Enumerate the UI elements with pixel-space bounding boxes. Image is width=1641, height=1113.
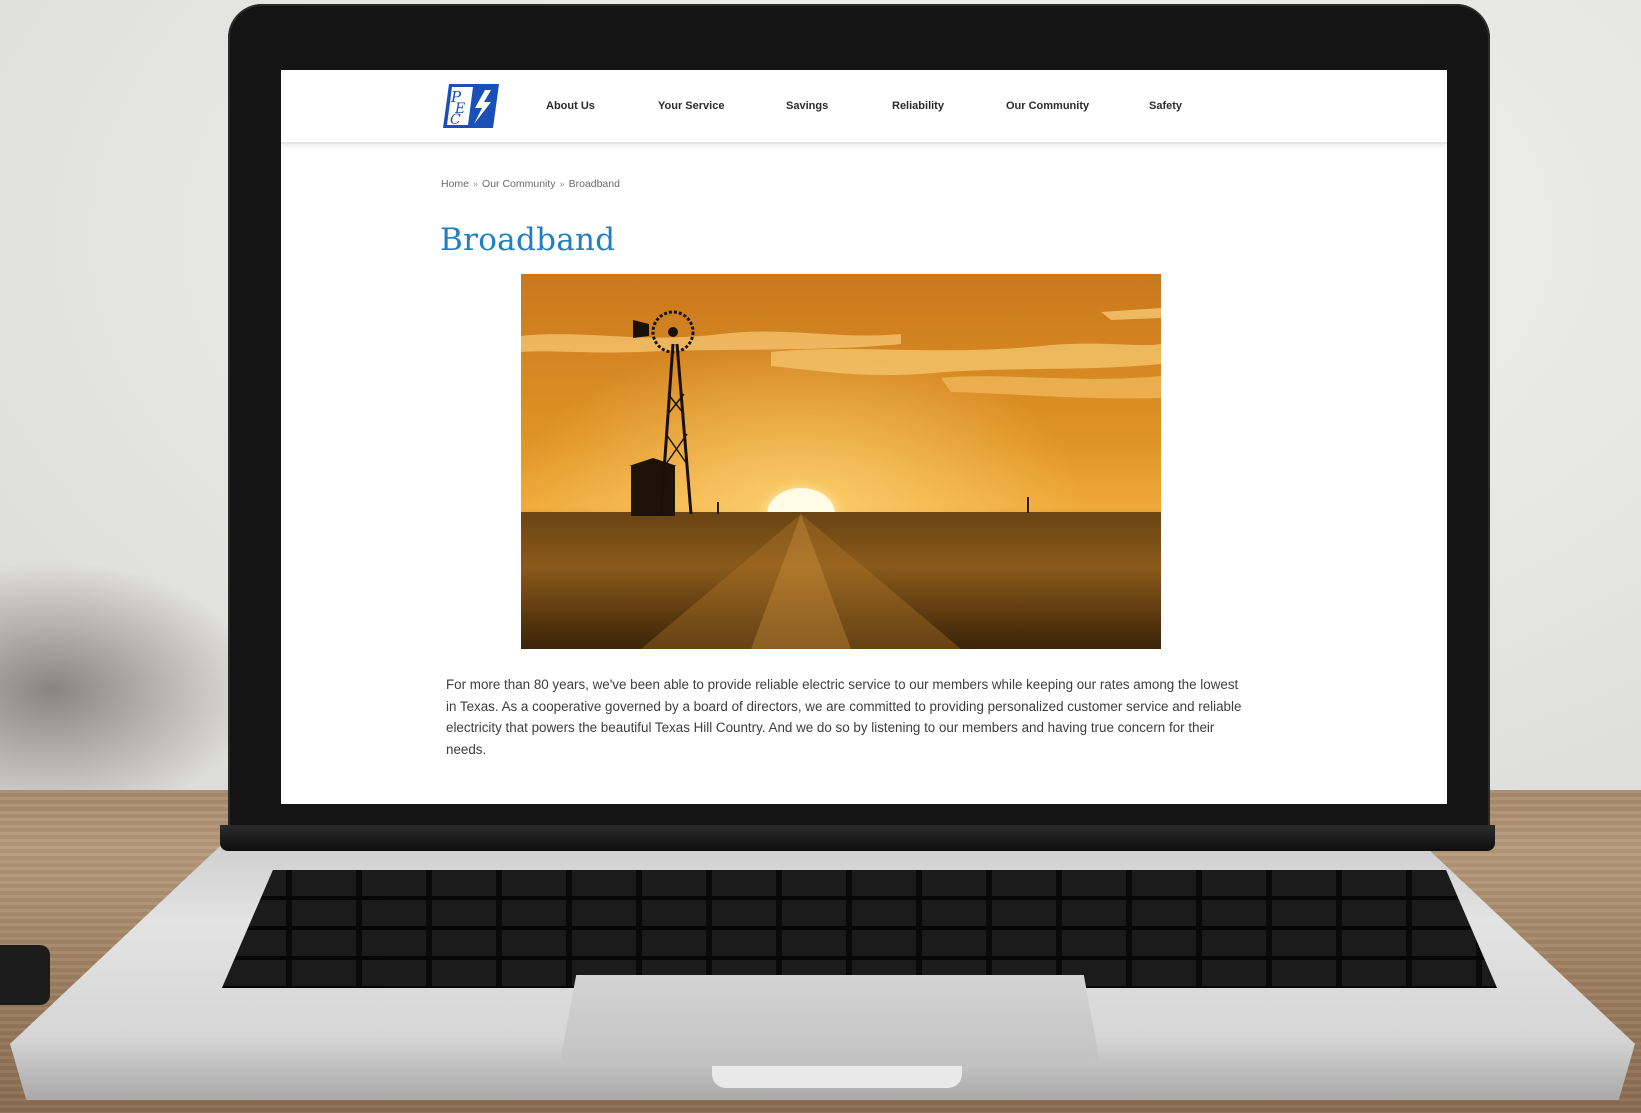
nav-our-community[interactable]: Our Community [1006,100,1089,112]
svg-text:C: C [450,112,461,128]
laptop-screen: P E C About Us Your Service Savings Reli… [281,70,1447,804]
breadcrumb-home[interactable]: Home [441,178,469,190]
keyboard-keys [222,870,1497,988]
breadcrumb-separator: » [559,179,565,189]
nav-your-service[interactable]: Your Service [658,100,724,112]
page-title: Broadband [440,222,616,258]
pec-logo[interactable]: P E C [441,82,503,130]
intro-paragraph: For more than 80 years, we've been able … [446,677,1242,757]
laptop-notch [712,1066,962,1088]
hero-image-windmill-sunset [521,274,1161,649]
breadcrumb-separator: » [473,179,479,189]
breadcrumb: Home» Our Community» Broadband [441,178,620,190]
laptop-hinge [220,825,1495,851]
site-header: P E C About Us Your Service Savings Reli… [281,70,1447,144]
nav-savings[interactable]: Savings [786,100,828,112]
trackpad [560,975,1100,1063]
breadcrumb-current: Broadband [568,178,620,190]
breadcrumb-our-community[interactable]: Our Community [482,178,556,190]
phone-object [0,945,50,1005]
nav-about-us[interactable]: About Us [546,100,595,112]
nav-safety[interactable]: Safety [1149,100,1182,112]
background-shadow [0,560,260,820]
nav-reliability[interactable]: Reliability [892,100,944,112]
